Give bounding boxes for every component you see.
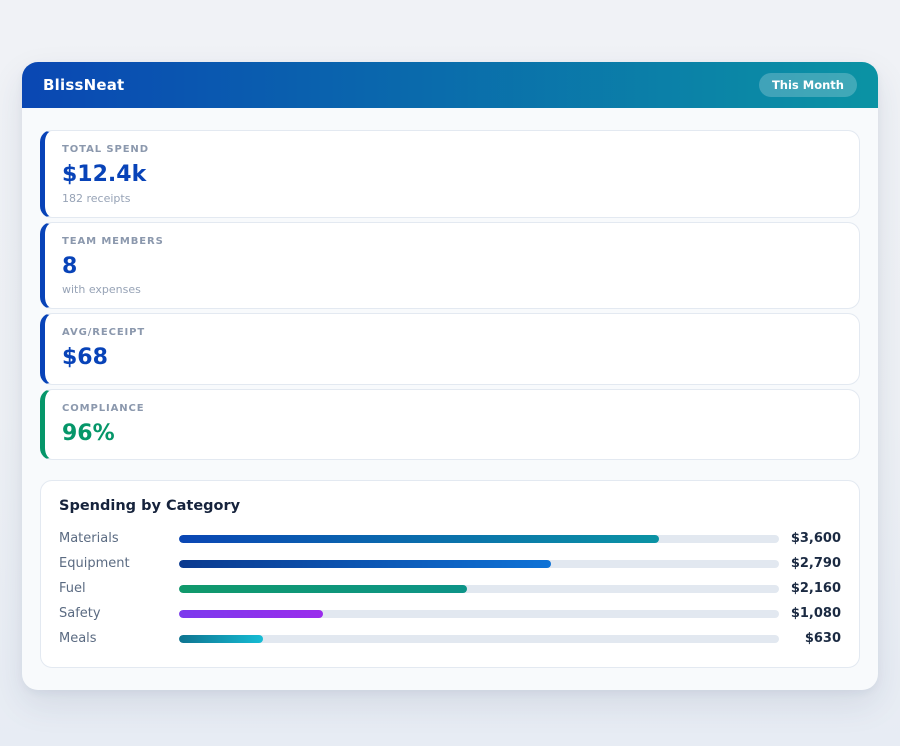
stat-value: 96% <box>62 420 115 446</box>
bar-row-safety: Safety $1,080 <box>59 601 841 626</box>
bar-track <box>179 534 779 543</box>
bar-value-label: $2,160 <box>790 581 841 596</box>
stat-label: COMPLIANCE <box>62 402 145 414</box>
stat-card-team-members: TEAM MEMBERS 8 with expenses <box>40 221 860 309</box>
bar-row-materials: Materials $3,600 <box>59 526 841 551</box>
period-badge[interactable]: This Month <box>758 73 857 97</box>
bar-category-label: Meals <box>59 631 97 646</box>
bar-row-meals: Meals $630 <box>59 626 841 651</box>
bar-track <box>179 609 779 618</box>
bar-row-fuel: Fuel $2,160 <box>59 576 841 601</box>
stat-label: TEAM MEMBERS <box>62 235 164 247</box>
bar-value-label: $3,600 <box>790 531 841 546</box>
bar-value-label: $2,790 <box>790 556 841 571</box>
dashboard-panel: BlissNeat This Month TOTAL SPEND $12.4k … <box>22 62 878 690</box>
bar-row-equipment: Equipment $2,790 <box>59 551 841 576</box>
bar-category-label: Materials <box>59 531 119 546</box>
stat-card-total-spend: TOTAL SPEND $12.4k 182 receipts <box>40 130 860 218</box>
stat-value: $12.4k <box>62 162 147 187</box>
stat-card-compliance: COMPLIANCE 96% <box>40 388 860 460</box>
stat-label: AVG/RECEIPT <box>62 327 146 338</box>
bar-value-label: $630 <box>804 631 841 646</box>
app-title: BlissNeat <box>43 76 125 94</box>
app-header: BlissNeat This Month <box>22 62 878 108</box>
chart-title: Spending by Category <box>59 498 241 514</box>
bar-fill <box>179 559 551 568</box>
stat-label: TOTAL SPEND <box>62 144 149 155</box>
bar-category-label: Safety <box>59 606 101 621</box>
bar-category-label: Equipment <box>59 556 130 571</box>
bar-fill <box>179 609 323 618</box>
bar-track <box>179 584 779 593</box>
stat-value: $68 <box>62 345 108 370</box>
stats-section: TOTAL SPEND $12.4k 182 receipts TEAM MEM… <box>22 108 878 460</box>
bar-track <box>179 634 779 643</box>
stat-subtext: with expenses <box>62 283 141 296</box>
spending-by-category-card: Spending by Category Materials $3,600 Eq… <box>40 480 860 668</box>
bar-track <box>179 559 779 568</box>
bar-fill <box>179 534 659 543</box>
stat-value: 8 <box>62 253 78 279</box>
stat-subtext: 182 receipts <box>62 191 131 205</box>
bar-fill <box>179 634 263 643</box>
bar-value-label: $1,080 <box>790 606 841 621</box>
bar-fill <box>179 584 467 593</box>
stat-card-avg-receipt: AVG/RECEIPT $68 <box>40 313 860 385</box>
bar-category-label: Fuel <box>59 581 86 596</box>
